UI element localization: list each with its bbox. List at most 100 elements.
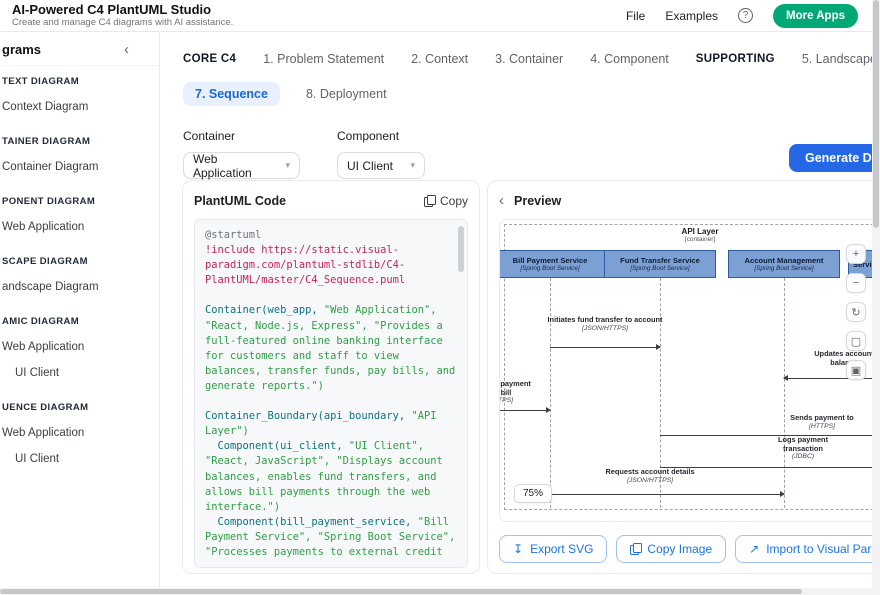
sidebar-item-web-application[interactable]: Web Application (2, 220, 155, 234)
message-tech: [JSON/HTTPS] (604, 477, 696, 485)
message-text: Initiates fund transfer to account (530, 316, 680, 325)
message-label: Submits payment for bill[HTTPS] (499, 380, 536, 405)
button-label: Export SVG (530, 542, 593, 556)
code-line: Container_Boundary(api_boundary, "API (205, 409, 457, 424)
sidebar-section-uence-diagram: UENCE DIAGRAM (2, 402, 155, 414)
code-line: allows bill payments through the web (205, 485, 457, 500)
code-line: Payment Service", "Spring Boot Service", (205, 530, 457, 545)
code-line: paradigm.com/plantuml-stdlib/C4- (205, 258, 457, 273)
sidebar-item-andscape-diagram[interactable]: andscape Diagram (2, 280, 155, 294)
boundary-subtitle: [container] (682, 236, 719, 244)
generate-diagram-button[interactable]: Generate Diagram (789, 144, 872, 172)
collapse-preview-icon[interactable]: ‹ (499, 196, 504, 206)
boundary-label: API Layer [container] (682, 227, 719, 244)
copy-icon (424, 195, 434, 207)
copy-image-button[interactable]: Copy Image (616, 535, 726, 563)
container-select[interactable]: Web Application ▾ (183, 152, 300, 179)
message-tech: [HTTPS] (776, 423, 868, 431)
external-link-icon: ↗ (749, 543, 759, 555)
code-line: full-featured online banking interface (205, 334, 457, 349)
button-label: Import to Visual Paradigm (766, 542, 872, 556)
collapse-sidebar-icon[interactable]: ‹ (124, 45, 129, 55)
message-label: Initiates fund transfer to account[JSON/… (530, 316, 680, 333)
code-editor[interactable]: @startuml!include https://static.visual-… (194, 219, 468, 568)
participant-account-management: Account Management[Spring Boot Service] (728, 250, 840, 278)
chevron-down-icon: ▾ (285, 160, 290, 171)
app-root: AI-Powered C4 PlantUML Studio Create and… (0, 0, 880, 595)
code-line: @startuml (205, 228, 457, 243)
code-line: Component(bill_payment_service, "Bill (205, 515, 457, 530)
tab-row-primary: CORE C4 1. Problem Statement 2. Context 3. … (183, 52, 872, 66)
message-label: Requests account details[JSON/HTTPS] (604, 468, 696, 485)
participant-fund-transfer-service: Fund Transfer Service[Spring Boot Servic… (604, 250, 716, 278)
participant-tech: [Spring Boot Service] (630, 265, 689, 273)
preview-panel: ‹ Preview API Layer [container] 75% + − ↻ ▢… (487, 180, 872, 574)
zoom-level-badge: 75% (514, 484, 552, 503)
sidebar-item-container-diagram[interactable]: Container Diagram (2, 160, 155, 174)
horizontal-scrollbar-thumb[interactable] (0, 589, 802, 594)
message-tech: [HTTPS] (499, 397, 536, 405)
export-svg-button[interactable]: ↧Export SVG (499, 535, 607, 563)
participant-name: Fund Transfer Service (620, 256, 700, 265)
message-arrow (499, 410, 550, 411)
diagram-canvas[interactable]: API Layer [container] 75% + − ↻ ▢ ▣ Bill Pay… (499, 219, 872, 522)
message-arrow (550, 494, 784, 495)
tab-1-problem-statement[interactable]: 1. Problem Statement (263, 52, 384, 66)
fullscreen-button[interactable]: ▢ (846, 331, 866, 351)
more-apps-button[interactable]: More Apps (773, 4, 858, 28)
participant-tech: [Spring Boot Service] (520, 265, 579, 273)
code-scrollbar[interactable] (458, 226, 464, 272)
app-branding: AI-Powered C4 PlantUML Studio Create and… (12, 3, 233, 28)
import-to-visual-paradigm-button[interactable]: ↗ Import to Visual Paradigm (735, 535, 872, 563)
main-content: CORE C4 1. Problem Statement 2. Context 3. … (160, 32, 872, 588)
sidebar-list: TEXT DIAGRAMContext DiagramTAINER DIAGRA… (0, 76, 159, 466)
copy-code-button[interactable]: Copy (424, 194, 468, 208)
code-line: PlantUML/master/C4_Sequence.puml (205, 273, 457, 288)
app-header: AI-Powered C4 PlantUML Studio Create and… (0, 0, 872, 32)
help-icon[interactable]: ? (738, 8, 753, 23)
sidebar-title: grams (2, 42, 41, 57)
app-title: AI-Powered C4 PlantUML Studio (12, 3, 233, 17)
zoom-in-button[interactable]: + (846, 244, 866, 264)
sidebar-section-text-diagram: TEXT DIAGRAM (2, 76, 155, 88)
menu-file[interactable]: File (626, 9, 645, 23)
button-label: Copy Image (647, 542, 712, 556)
tab-8-deployment[interactable]: 8. Deployment (306, 82, 387, 106)
code-line: Component(ui_client, "UI Client", (205, 439, 457, 454)
vertical-scrollbar-thumb[interactable] (873, 0, 879, 228)
sidebar-item-web-application[interactable]: Web Application (2, 340, 155, 354)
code-line: Container(web_app, "Web Application", (205, 303, 457, 318)
code-line (205, 288, 457, 303)
code-line (205, 394, 457, 409)
participant-name: Bill Payment Service (513, 256, 588, 265)
tab-supporting[interactable]: SUPPORTING (696, 53, 775, 65)
code-panel-header: PlantUML Code Copy (194, 190, 468, 212)
code-block: @startuml!include https://static.visual-… (205, 228, 457, 560)
tab-core-c4[interactable]: CORE C4 (183, 53, 236, 65)
code-line: "React, JavaScript", "Displays account (205, 454, 457, 469)
tab-7-sequence[interactable]: 7. Sequence (183, 82, 280, 106)
message-arrow (550, 347, 660, 348)
sidebar-item-ui-client[interactable]: UI Client (2, 366, 155, 380)
tab-4-component[interactable]: 4. Component (590, 52, 669, 66)
tab-2-context[interactable]: 2. Context (411, 52, 468, 66)
sidebar-section-amic-diagram: AMIC DIAGRAM (2, 316, 155, 328)
vertical-scrollbar[interactable] (872, 0, 880, 595)
zoom-out-button[interactable]: − (846, 273, 866, 293)
tab-5-landscape[interactable]: 5. Landscape (802, 52, 872, 66)
message-text: Sends payment to (776, 414, 868, 423)
app-subtitle: Create and manage C4 diagrams with AI as… (12, 17, 233, 28)
fit-view-button[interactable]: ▣ (846, 360, 866, 380)
menu-examples[interactable]: Examples (665, 9, 718, 23)
sidebar-header: grams ‹ (0, 32, 159, 66)
preview-title: Preview (514, 194, 561, 208)
sidebar-item-context-diagram[interactable]: Context Diagram (2, 100, 155, 114)
tab-3-container[interactable]: 3. Container (495, 52, 563, 66)
horizontal-scrollbar[interactable] (0, 588, 872, 595)
sidebar-item-web-application[interactable]: Web Application (2, 426, 155, 440)
reset-view-button[interactable]: ↻ (846, 302, 866, 322)
component-select[interactable]: UI Client ▾ (337, 152, 425, 179)
participant-name: Account Management (745, 256, 824, 265)
sidebar-item-ui-client[interactable]: UI Client (2, 452, 155, 466)
participant-bill-payment-service: Bill Payment Service[Spring Boot Service… (499, 250, 606, 278)
